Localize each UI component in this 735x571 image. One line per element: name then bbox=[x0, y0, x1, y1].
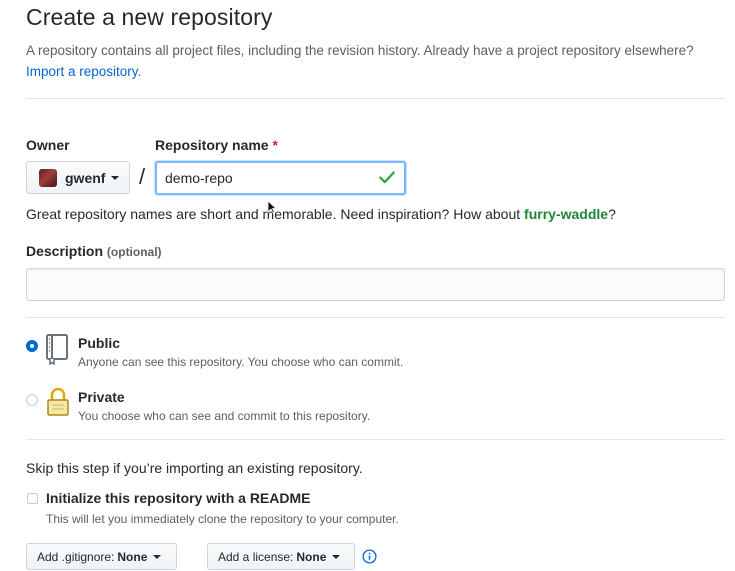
owner-value: gwenf bbox=[65, 169, 106, 186]
repo-name-label: Repository name * bbox=[155, 137, 278, 153]
divider bbox=[26, 98, 725, 99]
repo-name-label-text: Repository name bbox=[155, 137, 269, 153]
intro-period: . bbox=[137, 64, 142, 79]
private-radio[interactable] bbox=[26, 394, 38, 406]
gitignore-prefix: Add .gitignore: bbox=[37, 549, 115, 564]
license-select-button[interactable]: Add a license: None bbox=[207, 543, 355, 570]
required-mark: * bbox=[272, 137, 278, 153]
gitignore-value: None bbox=[117, 549, 148, 564]
optional-note: (optional) bbox=[106, 245, 162, 259]
check-icon bbox=[379, 171, 395, 184]
readme-label[interactable]: Initialize this repository with a README bbox=[46, 490, 310, 506]
repo-name-input[interactable] bbox=[155, 161, 406, 195]
mouse-cursor-icon bbox=[267, 200, 277, 214]
chevron-down-icon bbox=[153, 554, 162, 559]
chevron-down-icon bbox=[332, 554, 341, 559]
divider bbox=[26, 439, 725, 440]
private-note: You choose who can see and commit to thi… bbox=[78, 409, 371, 423]
page-intro: A repository contains all project files,… bbox=[26, 40, 706, 82]
owner-repo-separator: / bbox=[139, 164, 146, 189]
intro-text: A repository contains all project files,… bbox=[26, 43, 694, 58]
public-note: Anyone can see this repository. You choo… bbox=[78, 355, 404, 369]
import-repository-link[interactable]: Import a repository bbox=[26, 64, 138, 79]
avatar bbox=[39, 168, 57, 187]
description-label-text: Description bbox=[26, 243, 104, 259]
gitignore-select-button[interactable]: Add .gitignore: None bbox=[26, 543, 177, 570]
hint-suffix: ? bbox=[608, 206, 616, 222]
lock-icon bbox=[47, 387, 69, 416]
skip-step-note: Skip this step if you’re importing an ex… bbox=[26, 460, 363, 476]
info-icon[interactable] bbox=[362, 549, 377, 564]
description-input[interactable] bbox=[26, 268, 725, 301]
owner-select-button[interactable]: gwenf bbox=[26, 161, 130, 194]
name-suggestion[interactable]: furry-waddle bbox=[524, 206, 608, 222]
repo-name-hint: Great repository names are short and mem… bbox=[26, 206, 616, 222]
repo-book-icon bbox=[46, 334, 68, 365]
owner-label: Owner bbox=[26, 137, 70, 153]
license-value: None bbox=[296, 549, 327, 564]
license-prefix: Add a license: bbox=[218, 549, 294, 564]
chevron-down-icon bbox=[111, 175, 120, 180]
public-radio[interactable] bbox=[26, 340, 38, 352]
private-title: Private bbox=[78, 389, 125, 405]
readme-note: This will let you immediately clone the … bbox=[46, 512, 399, 526]
readme-checkbox[interactable] bbox=[27, 493, 38, 504]
divider bbox=[26, 317, 725, 318]
public-title: Public bbox=[78, 335, 121, 351]
description-label: Description (optional) bbox=[26, 243, 162, 259]
page-title: Create a new repository bbox=[26, 4, 273, 30]
